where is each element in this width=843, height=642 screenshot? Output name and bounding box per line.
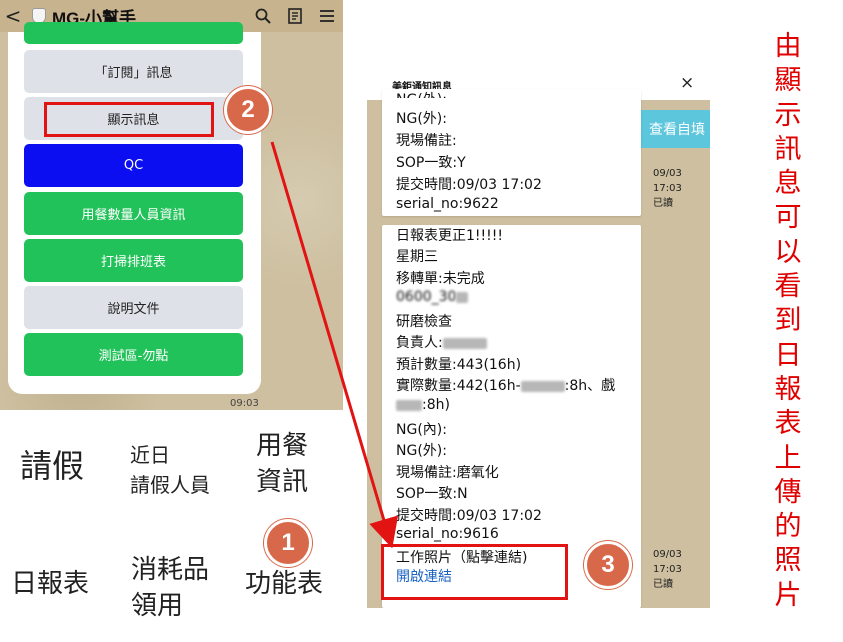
report-header: 日報表更正1!!!!! — [396, 228, 503, 244]
flex-menu-card: 「訂閱」訊息 顯示訊息 QC 用餐數量人員資訊 打掃排班表 說明文件 測試區-勿… — [8, 22, 261, 394]
back-arrow-icon[interactable]: < — [0, 0, 26, 32]
bubble1-remark: 現場備註: — [396, 133, 457, 149]
redacted-block — [456, 291, 469, 303]
annotation-char: 看 — [774, 271, 802, 303]
annotation-char: 顯 — [774, 65, 802, 97]
rich-menu-consumables-line1: 消耗品 — [131, 555, 210, 585]
rich-menu-function-table[interactable]: 功能表 — [245, 566, 323, 602]
rich-menu-meal-line2: 資訊 — [256, 467, 309, 497]
subscribe-message-button[interactable]: 「訂閱」訊息 — [24, 50, 243, 93]
report-actual-suffix: :8h) — [422, 397, 450, 413]
rich-menu-daily-report[interactable]: 日報表 — [11, 566, 89, 602]
notification-panel: 美鉅通知訊息 × 查看自填 NG(外): NG(外): 現場備註: SOP一致:… — [367, 67, 710, 608]
highlight-box-photo-link — [381, 544, 568, 600]
redacted-name — [396, 399, 422, 411]
report-serial: serial_no:9616 — [396, 526, 499, 542]
message-meta-1: 09/03 17:03 已讀 — [653, 166, 682, 211]
step-1-badge: 1 — [264, 519, 312, 567]
annotation-char: 照 — [774, 545, 802, 577]
cleaning-schedule-button[interactable]: 打掃排班表 — [24, 239, 243, 282]
report-actual-mid: :8h、 — [564, 378, 602, 394]
rich-menu-recent-leave-line2: 請假人員 — [130, 473, 210, 497]
step-2-badge: 2 — [224, 86, 272, 134]
search-icon[interactable] — [247, 0, 279, 32]
annotation-char: 片 — [774, 579, 802, 611]
meta2-status: 已讀 — [653, 579, 673, 590]
bubble1-ng-out: NG(外): — [396, 111, 447, 127]
report-owner-label: 負責人: — [396, 335, 443, 351]
rich-menu-recent-leave[interactable]: 近日 請假人員 — [130, 440, 210, 500]
report-planned: 預計數量:443(16h) — [396, 357, 522, 373]
meal-staff-info-button[interactable]: 用餐數量人員資訊 — [24, 192, 243, 235]
report-weekday: 星期三 — [396, 249, 438, 265]
message-meta-2: 09/03 17:03 已讀 — [653, 547, 682, 592]
report-actual-prefix: 實際數量:442(16h- — [396, 378, 521, 394]
report-owner: 負責人: — [396, 332, 487, 352]
menu-icon[interactable] — [311, 0, 343, 32]
menu-button-partial[interactable] — [24, 22, 243, 44]
report-submit-time: 提交時間:09/03 17:02 — [396, 508, 542, 524]
report-order-blurred: 0600_30 — [396, 289, 457, 305]
test-area-button[interactable]: 測試區-勿點 — [24, 333, 243, 376]
report-sop: SOP一致:N — [396, 486, 468, 502]
rich-menu-consumables-line2: 領用 — [131, 591, 184, 621]
report-actual: 實際數量:442(16h- :8h、戲 — [396, 375, 615, 395]
vertical-annotation: 由顯示訊息可以看到日報表上傳的照片 — [770, 30, 806, 613]
report-actual-cut: 戲 — [601, 378, 616, 394]
meta1-status: 已讀 — [653, 198, 673, 209]
annotation-char: 到 — [774, 305, 802, 337]
bubble1-sop: SOP一致:Y — [396, 155, 466, 171]
report-order: 0600_30 — [396, 289, 469, 305]
meta1-date: 09/03 — [653, 168, 682, 179]
documentation-button[interactable]: 說明文件 — [24, 286, 243, 329]
message-bubble-1: NG(外): NG(外): 現場備註: SOP一致:Y 提交時間:09/03 1… — [382, 89, 641, 216]
annotation-char: 報 — [774, 373, 802, 405]
annotation-char: 的 — [774, 511, 802, 543]
annotation-char: 以 — [774, 236, 802, 268]
annotation-char: 日 — [774, 339, 802, 371]
annotation-char: 示 — [774, 99, 802, 131]
step-3-badge: 3 — [584, 541, 632, 589]
meta1-time: 17:03 — [653, 183, 682, 194]
qc-button[interactable]: QC — [24, 144, 243, 187]
report-transfer: 移轉單:未完成 — [396, 271, 485, 287]
annotation-char: 息 — [774, 168, 802, 200]
rich-menu-meal-info[interactable]: 用餐 資訊 — [256, 428, 308, 500]
report-actual-cont: :8h) — [396, 397, 450, 413]
rich-menu-recent-leave-line1: 近日 — [130, 443, 170, 467]
close-icon[interactable]: × — [680, 73, 694, 93]
rich-menu-meal-line1: 用餐 — [256, 431, 309, 461]
meta2-date: 09/03 — [653, 549, 682, 560]
report-remark: 現場備註:磨氧化 — [396, 465, 499, 481]
report-ng-out: NG(外): — [396, 443, 447, 459]
report-ng-in: NG(內): — [396, 422, 447, 438]
annotation-char: 上 — [774, 442, 802, 474]
annotation-char: 傳 — [774, 476, 802, 508]
bubble1-submit-time: 提交時間:09/03 17:02 — [396, 177, 542, 193]
report-process: 研磨檢查 — [396, 314, 452, 330]
message-time: 09:03 — [230, 398, 259, 409]
meta2-time: 17:03 — [653, 564, 682, 575]
highlight-box-show-message — [44, 102, 214, 137]
annotation-char: 訊 — [774, 133, 802, 165]
redacted-name — [442, 337, 487, 349]
rich-menu-consumables[interactable]: 消耗品 領用 — [131, 552, 209, 624]
view-self-fill-button[interactable]: 查看自填 — [635, 110, 710, 148]
redacted-name — [520, 380, 565, 392]
rich-menu-leave[interactable]: 請假 — [20, 446, 84, 486]
annotation-char: 可 — [774, 202, 802, 234]
cut-line: NG(外): — [396, 89, 447, 98]
annotation-char: 由 — [774, 31, 802, 62]
left-phone-screen: < MG-小幫手 「訂閱」訊息 顯示訊息 QC 用餐數量人員資訊 打掃排班表 說… — [0, 0, 343, 410]
bubble1-serial: serial_no:9622 — [396, 196, 499, 212]
annotation-char: 表 — [774, 408, 802, 440]
notes-icon[interactable] — [279, 0, 311, 32]
